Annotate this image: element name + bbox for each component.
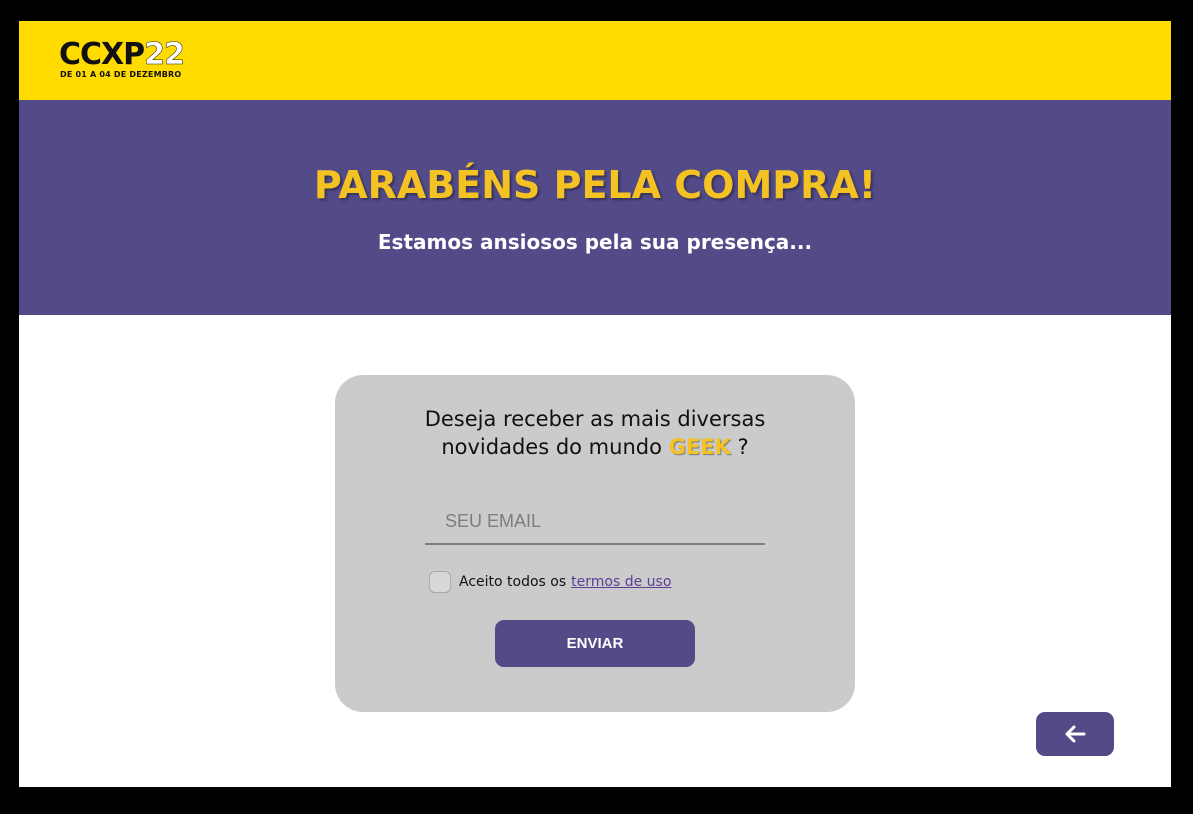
question-line-1: Deseja receber as mais diversas — [424, 407, 766, 431]
hero-title: PARABÉNS PELA COMPRA! — [313, 163, 877, 207]
arrow-left-icon — [1065, 725, 1086, 743]
ccxp-logo[interactable]: CCXP22 DE 01 A 04 DE DEZEMBRO — [59, 37, 185, 82]
logo-dates: DE 01 A 04 DE DEZEMBRO — [60, 70, 182, 79]
hero-banner: PARABÉNS PELA COMPRA! Estamos ansiosos p… — [19, 100, 1171, 315]
terms-of-use-link[interactable]: termos de uso — [571, 574, 671, 590]
top-bar: CCXP22 DE 01 A 04 DE DEZEMBRO — [19, 21, 1171, 100]
logo-wordmark: CCXP22 — [59, 37, 185, 72]
terms-label: Aceito todos os — [459, 574, 567, 590]
logo-main-text: CCXP — [59, 37, 145, 72]
terms-checkbox[interactable] — [429, 571, 451, 593]
hero-subtitle: Estamos ansiosos pela sua presença... — [377, 230, 813, 254]
question-line-2: novidades do mundo — [441, 435, 669, 459]
question-suffix: ? — [730, 435, 749, 459]
newsletter-card: Deseja receber as mais diversas novidade… — [335, 375, 855, 712]
send-button[interactable]: ENVIAR — [495, 620, 695, 667]
geek-highlight: GEEK — [668, 435, 731, 459]
newsletter-question: Deseja receber as mais diversas novidade… — [335, 405, 855, 461]
terms-row: Aceito todos os termos de uso — [429, 571, 671, 593]
email-input[interactable] — [425, 493, 765, 545]
logo-year: 22 — [144, 37, 185, 72]
back-button[interactable] — [1036, 712, 1114, 756]
page-frame: CCXP22 DE 01 A 04 DE DEZEMBRO PARABÉNS P… — [19, 21, 1171, 787]
